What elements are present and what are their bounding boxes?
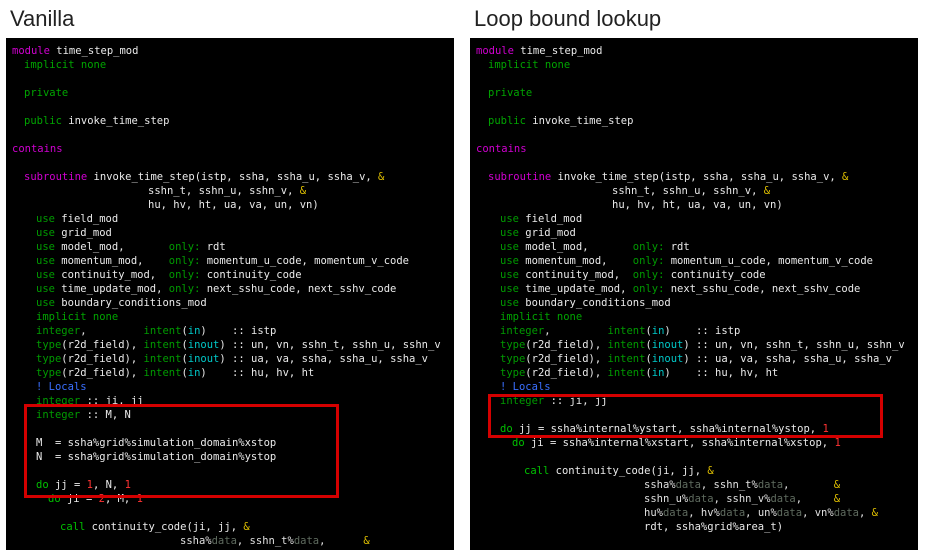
left-code: module time_step_mod implicit none priva…	[6, 38, 454, 550]
right-panel: Loop bound lookup module time_step_mod i…	[470, 6, 918, 550]
left-title: Vanilla	[10, 6, 454, 32]
left-hl-box	[24, 404, 339, 498]
right-code-block: module time_step_mod implicit none priva…	[476, 44, 912, 550]
right-title: Loop bound lookup	[474, 6, 918, 32]
right-hl-box	[488, 394, 883, 438]
left-panel: Vanilla module time_step_mod implicit no…	[6, 6, 454, 550]
code-comparison: Vanilla module time_step_mod implicit no…	[0, 0, 928, 556]
right-code: module time_step_mod implicit none priva…	[470, 38, 918, 550]
